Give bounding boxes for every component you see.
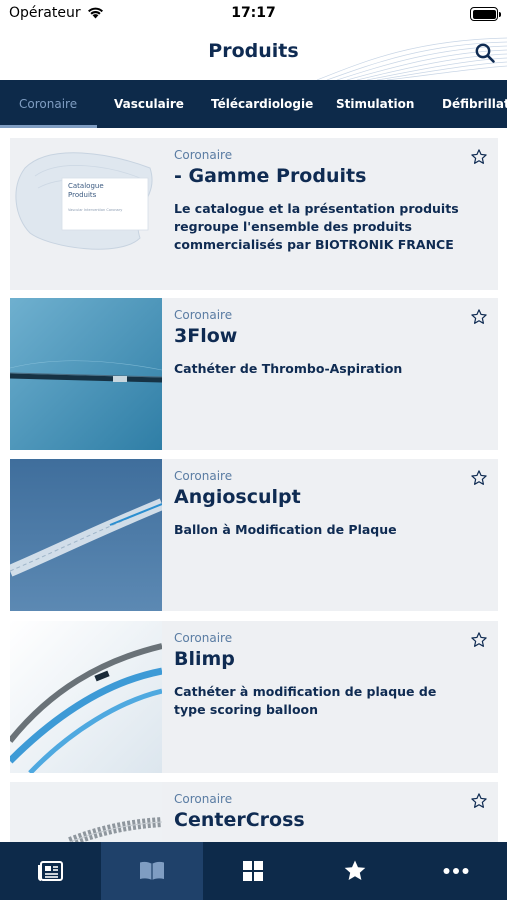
product-category: Coronaire [174, 148, 233, 162]
tab-telecardiologie[interactable]: Télécardiologie [211, 80, 313, 128]
product-category: Coronaire [174, 631, 233, 645]
product-list[interactable]: Catalogue Produits Vascular Intervention… [0, 128, 507, 842]
bottom-tab-bar [0, 842, 507, 900]
more-icon [443, 868, 469, 874]
clock: 17:17 [231, 5, 276, 21]
product-card-gamme-produits[interactable]: Catalogue Produits Vascular Intervention… [10, 138, 498, 290]
product-thumbnail: Catalogue Produits Vascular Intervention… [10, 138, 162, 290]
tab-stimulation[interactable]: Stimulation [336, 80, 414, 128]
favorite-star-icon[interactable] [470, 308, 488, 326]
product-name: 3Flow [174, 325, 238, 347]
nav-header: Produits [0, 30, 507, 80]
bottom-tab-more[interactable] [406, 842, 507, 900]
product-card-angiosculpt[interactable]: Coronaire Angiosculpt Ballon à Modificat… [10, 459, 498, 611]
tab-vasculaire[interactable]: Vasculaire [114, 80, 184, 128]
bottom-tab-grid[interactable] [203, 842, 304, 900]
product-thumbnail [10, 621, 162, 773]
product-description: Cathéter de Thrombo-Aspiration [174, 361, 403, 376]
product-description: Le catalogue et la présentation produits… [174, 201, 459, 252]
bottom-tab-favorites[interactable] [304, 842, 405, 900]
product-info: Coronaire CenterCross [174, 792, 468, 842]
tab-defibrillation[interactable]: Défibrillation [442, 80, 507, 128]
tab-coronaire[interactable]: Coronaire [19, 80, 77, 128]
catalogue-cover-image [15, 152, 153, 250]
catalogue-cover-title: Catalogue Produits [68, 182, 104, 199]
product-description: Ballon à Modification de Plaque [174, 522, 397, 537]
page-title: Produits [208, 40, 299, 62]
product-card-blimp[interactable]: Coronaire Blimp Cathéter à modification … [10, 621, 498, 773]
product-thumbnail [10, 459, 162, 611]
product-info: Coronaire - Gamme Produits Le catalogue … [174, 148, 468, 254]
bottom-tab-catalogue[interactable] [101, 842, 203, 900]
product-category: Coronaire [174, 792, 233, 806]
catalogue-cover-caption: Vascular Intervention Coronary [68, 208, 123, 212]
product-category: Coronaire [174, 308, 233, 322]
product-info: Coronaire 3Flow Cathéter de Thrombo-Aspi… [174, 308, 468, 378]
product-thumbnail [10, 298, 162, 450]
star-icon [344, 860, 366, 880]
favorite-star-icon[interactable] [470, 631, 488, 649]
product-category: Coronaire [174, 469, 233, 483]
favorite-star-icon[interactable] [470, 792, 488, 810]
grid-icon [243, 861, 264, 881]
product-name: CenterCross [174, 809, 305, 831]
book-icon [140, 861, 165, 880]
angiosculpt-balloon-image [10, 459, 162, 611]
bottom-tab-news[interactable] [0, 842, 101, 900]
battery-icon [470, 7, 501, 21]
product-card-3flow[interactable]: Coronaire 3Flow Cathéter de Thrombo-Aspi… [10, 298, 498, 450]
product-description: Cathéter à modification de plaque de typ… [174, 684, 437, 717]
product-info: Coronaire Blimp Cathéter à modification … [174, 631, 468, 719]
news-icon [37, 861, 63, 881]
3flow-catheter-image [10, 298, 162, 450]
favorite-star-icon[interactable] [470, 148, 488, 166]
centercross-catheter-image [10, 782, 162, 842]
product-info: Coronaire Angiosculpt Ballon à Modificat… [174, 469, 468, 539]
search-icon[interactable] [474, 42, 496, 64]
product-name: - Gamme Produits [174, 165, 367, 187]
blimp-catheter-image [10, 621, 162, 773]
favorite-star-icon[interactable] [470, 469, 488, 487]
status-bar: Opérateur 17:17 [0, 0, 507, 30]
product-name: Angiosculpt [174, 486, 301, 508]
product-thumbnail [10, 782, 162, 842]
category-tabs: Coronaire Vasculaire Télécardiologie Sti… [0, 80, 507, 128]
product-name: Blimp [174, 648, 235, 670]
product-card-centercross[interactable]: Coronaire CenterCross [10, 782, 498, 842]
